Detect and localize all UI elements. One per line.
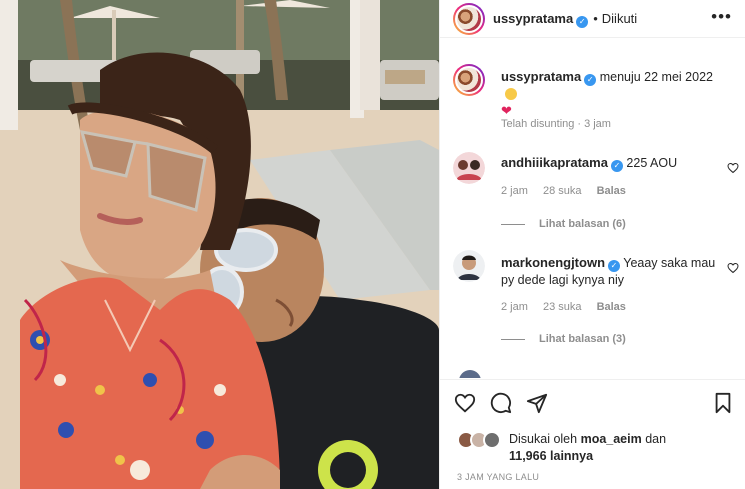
commenter-avatar[interactable] <box>453 250 485 282</box>
view-replies-button[interactable]: Lihat balasan (6) <box>501 218 626 230</box>
smirk-emoji-icon <box>505 88 517 100</box>
like-comment-heart-icon[interactable] <box>727 262 739 274</box>
caption-body: ussypratama ✓ menuju 22 mei 2022 ❤ <box>501 68 726 120</box>
verified-badge-icon: ✓ <box>608 260 621 272</box>
post-actions <box>454 392 548 414</box>
comments-list[interactable]: ussypratama ✓ menuju 22 mei 2022 ❤ Telah … <box>440 52 745 378</box>
action-bar: Disukai oleh moa_aeim dan 11,966 lainnya… <box>440 379 745 489</box>
liker-username[interactable]: moa_aeim <box>581 432 642 446</box>
author-avatar[interactable] <box>453 2 485 35</box>
comment-likes[interactable]: 23 suka <box>543 301 582 313</box>
verified-badge-icon: ✓ <box>610 160 623 172</box>
comment-time: 2 jam <box>501 301 528 313</box>
instagram-post-window: ussypratama ✓ • Diikuti ••• ussypratama ✓ … <box>0 0 745 489</box>
likes-prefix: Disukai oleh <box>509 432 578 446</box>
caption-text: menuju 22 mei 2022 <box>599 70 713 84</box>
post-header: ussypratama ✓ • Diikuti ••• <box>440 0 745 38</box>
save-bookmark-icon[interactable] <box>712 392 734 414</box>
comment-time: 2 jam <box>501 185 528 197</box>
more-horizontal-icon[interactable]: ••• <box>711 8 732 25</box>
view-replies-label[interactable]: Lihat balasan (6) <box>539 218 626 230</box>
view-replies-button[interactable]: Lihat balasan (3) <box>501 333 626 345</box>
commenter-avatar[interactable] <box>453 152 485 184</box>
author-username[interactable]: ussypratama <box>493 11 573 26</box>
beach-selfie-illustration <box>0 0 439 489</box>
view-replies-line <box>501 223 525 225</box>
likers-avatars[interactable] <box>457 431 505 449</box>
next-commenter-avatar[interactable] <box>459 370 481 378</box>
caption-time: 3 jam <box>584 118 611 130</box>
likes-conjunction: dan <box>645 432 667 446</box>
post-photo[interactable] <box>0 0 439 489</box>
comment-meta: 2 jam 28 suka Balas <box>501 185 638 197</box>
post-timestamp[interactable]: 3 JAM YANG LALU <box>457 472 539 482</box>
comment-meta: 2 jam 23 suka Balas <box>501 301 638 313</box>
header-separator: • <box>593 11 598 26</box>
comment-body: andhiiikapratama ✓ 225 AOU <box>501 154 726 172</box>
comment-bubble-icon[interactable] <box>490 392 512 414</box>
caption-avatar[interactable] <box>453 64 485 96</box>
red-heart-emoji-icon: ❤ <box>501 103 512 118</box>
comment-text: 225 AOU <box>626 156 678 170</box>
caption-meta: Telah disunting · 3 jam <box>501 118 611 130</box>
likes-text: Disukai oleh moa_aeim dan 11,966 lainnya <box>509 431 666 465</box>
liker-avatar <box>483 431 501 449</box>
post-side-panel: ussypratama ✓ • Diikuti ••• ussypratama ✓ … <box>439 0 745 489</box>
view-replies-label[interactable]: Lihat balasan (3) <box>539 333 626 345</box>
comment-body: markonengjtown ✓ Yeaay saka mau py dede l… <box>501 254 726 289</box>
caption-username[interactable]: ussypratama <box>501 69 581 84</box>
share-paper-plane-icon[interactable] <box>526 392 548 414</box>
following-button[interactable]: Diikuti <box>602 11 637 26</box>
comment-likes[interactable]: 28 suka <box>543 185 582 197</box>
likes-count[interactable]: 11,966 lainnya <box>509 449 593 463</box>
verified-badge-icon: ✓ <box>576 15 589 28</box>
view-replies-line <box>501 338 525 340</box>
reply-button[interactable]: Balas <box>597 301 626 313</box>
caption-edited-label: Telah disunting <box>501 118 575 130</box>
verified-badge-icon: ✓ <box>584 74 597 86</box>
comment-username[interactable]: andhiiikapratama <box>501 155 608 170</box>
author-username-link[interactable]: ussypratama ✓ <box>493 10 589 28</box>
likes-summary: Disukai oleh moa_aeim dan 11,966 lainnya <box>457 431 666 465</box>
comment-username[interactable]: markonengjtown <box>501 255 605 270</box>
like-comment-heart-icon[interactable] <box>727 162 739 174</box>
like-heart-icon[interactable] <box>454 392 476 414</box>
reply-button[interactable]: Balas <box>597 185 626 197</box>
